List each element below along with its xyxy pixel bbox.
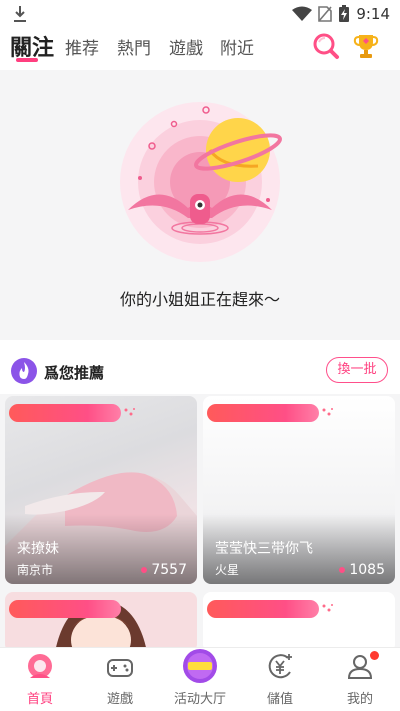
host-heat: 1085: [339, 562, 385, 578]
heat-dot: [141, 567, 148, 573]
tab-games[interactable]: 遊戲: [169, 34, 203, 59]
recommend-section: 爲您推薦 換一批 来撩妹 南京市 7557 莹莹快三带你飞 火星 1085: [0, 348, 400, 652]
host-card[interactable]: 来撩妹 南京市 7557: [5, 396, 197, 584]
download-icon: [14, 6, 26, 22]
empty-state-panel: 你的小姐姐正在趕來～: [0, 70, 400, 340]
flame-icon: [11, 358, 37, 384]
top-tab-bar: 關注 推荐 熱門 遊戲 附近: [0, 28, 400, 70]
battery-charging-icon: [339, 5, 350, 22]
nav-label: 遊戲: [106, 692, 133, 707]
tab-recommended[interactable]: 推荐: [65, 34, 99, 59]
status-time: 9:14: [356, 5, 390, 23]
notification-dot: [370, 651, 379, 660]
host-city: 南京市: [17, 563, 54, 577]
home-avatar-icon: [28, 654, 52, 678]
heat-count: 1085: [349, 562, 385, 578]
card-live-tag: [207, 404, 319, 422]
search-icon[interactable]: [312, 32, 340, 60]
swap-batch-button[interactable]: 換一批: [326, 357, 388, 383]
planet-illustration: [120, 102, 282, 262]
heat-count: 7557: [151, 562, 187, 578]
nav-label: 活动大厅: [173, 692, 226, 707]
activity-hall-icon: [183, 649, 217, 683]
gamepad-icon: [107, 659, 133, 677]
status-bar: 9:14: [0, 0, 400, 28]
host-city: 火星: [215, 563, 240, 577]
host-card[interactable]: 莹莹快三带你飞 火星 1085: [203, 396, 395, 584]
section-title: 爲您推薦: [44, 364, 105, 382]
no-sim-icon: [318, 6, 333, 22]
host-name: 来撩妹: [17, 541, 59, 557]
sparkle-dots: [322, 408, 333, 416]
trophy-icon[interactable]: [352, 32, 380, 60]
sparkle-dots: [322, 604, 333, 612]
nav-home[interactable]: 首頁: [0, 648, 80, 711]
host-card[interactable]: [203, 592, 395, 652]
tab-popular[interactable]: 熱門: [117, 34, 151, 59]
card-live-tag: [9, 600, 121, 618]
nav-activity-hall[interactable]: 活动大厅: [160, 648, 240, 711]
empty-state-message: 你的小姐姐正在趕來～: [119, 290, 280, 309]
nav-label: 首頁: [26, 692, 53, 707]
tab-nearby[interactable]: 附近: [220, 34, 254, 59]
nav-recharge[interactable]: 儲值: [240, 648, 320, 711]
card-live-tag: [9, 404, 121, 422]
nav-games[interactable]: 遊戲: [80, 648, 160, 711]
nav-label: 儲值: [266, 692, 293, 707]
wifi-icon: [292, 6, 313, 21]
nav-label: 我的: [346, 692, 373, 707]
host-heat: 7557: [141, 562, 187, 578]
card-live-tag: [207, 600, 319, 618]
sparkle-dots: [124, 408, 135, 416]
yuan-coin-icon: [268, 654, 292, 679]
active-tab-indicator: [16, 58, 38, 62]
host-card[interactable]: [5, 592, 197, 652]
bottom-navigation: 首頁 遊戲 活动大厅 儲值 我的: [0, 647, 400, 711]
host-name: 莹莹快三带你飞: [215, 541, 313, 557]
heat-dot: [339, 567, 346, 573]
recommend-header: 爲您推薦 換一批: [0, 348, 400, 394]
system-icons: 9:14: [292, 3, 390, 25]
nav-me[interactable]: 我的: [320, 648, 400, 711]
